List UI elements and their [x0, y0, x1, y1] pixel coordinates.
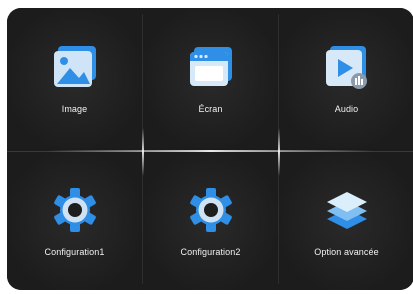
- menu-tile-label: Image: [61, 104, 88, 114]
- divider-highlight: [47, 150, 374, 152]
- menu-tile-option-avancee[interactable]: Option avancée: [279, 151, 413, 290]
- menu-tile-configuration2[interactable]: Configuration2: [143, 151, 278, 290]
- divider-highlight: [278, 128, 280, 176]
- settings-menu-panel: Image Écran Audio Configuration1 Configu…: [7, 8, 413, 290]
- menu-tile-ecran[interactable]: Écran: [143, 8, 278, 148]
- menu-tile-image[interactable]: Image: [7, 8, 142, 148]
- layers-stack-icon: [326, 192, 367, 229]
- screen-window-icon: [189, 47, 232, 86]
- menu-tile-label: Option avancée: [314, 247, 379, 257]
- gear-icon: [53, 188, 96, 232]
- menu-tile-label: Audio: [334, 104, 359, 114]
- image-icon: [53, 46, 96, 87]
- gear-icon: [189, 188, 232, 232]
- audio-play-icon: [325, 46, 367, 89]
- divider-highlight: [142, 128, 144, 176]
- menu-tile-label: Écran: [198, 104, 223, 114]
- menu-tile-label: Configuration1: [44, 247, 105, 257]
- menu-tile-label: Configuration2: [180, 247, 241, 257]
- menu-tile-audio[interactable]: Audio: [279, 8, 413, 148]
- menu-tile-configuration1[interactable]: Configuration1: [7, 151, 142, 290]
